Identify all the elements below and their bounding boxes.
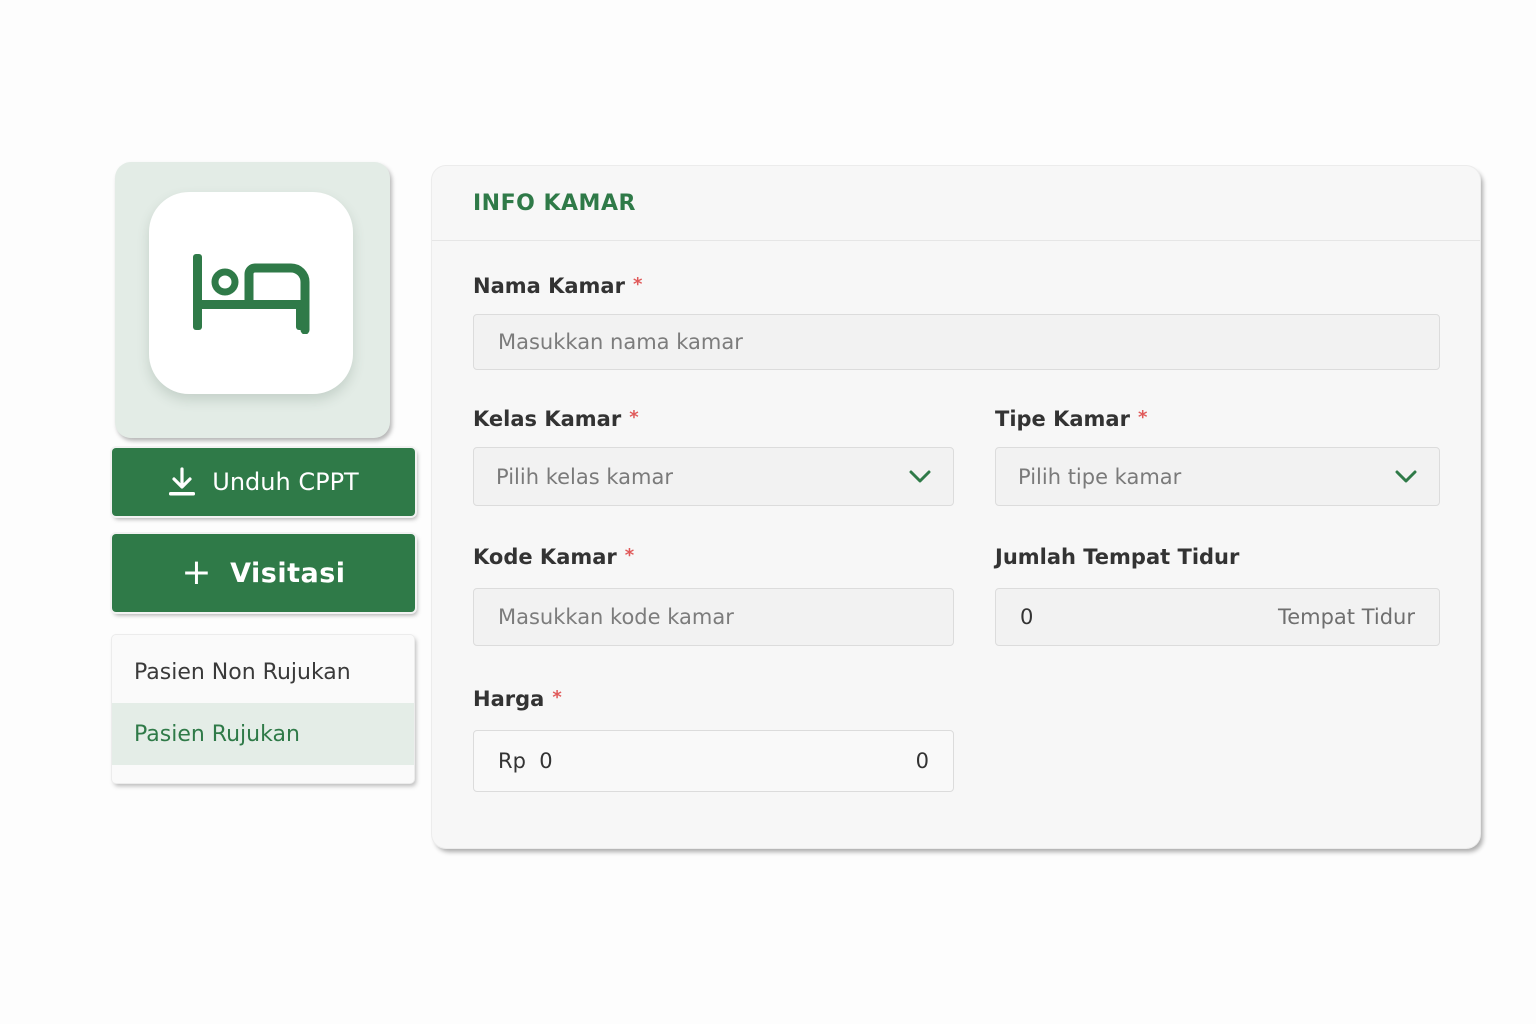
kode-kamar-label-text: Kode Kamar	[473, 545, 617, 569]
jumlah-tempat-tidur-suffix: Tempat Tidur	[1277, 605, 1415, 629]
tipe-kamar-label-text: Tipe Kamar	[995, 407, 1130, 431]
kode-kamar-input[interactable]	[498, 589, 929, 645]
room-icon-tile	[115, 162, 390, 438]
kelas-kamar-placeholder: Pilih kelas kamar	[496, 464, 673, 489]
harga-label: Harga *	[473, 687, 562, 711]
harga-right-value: 0	[915, 749, 929, 773]
jumlah-tempat-tidur-field[interactable]: 0 Tempat Tidur	[995, 588, 1440, 646]
harga-label-text: Harga	[473, 687, 545, 711]
jumlah-tempat-tidur-value[interactable]: 0	[1020, 605, 1033, 629]
card-header: INFO KAMAR	[432, 166, 1480, 241]
visitasi-button[interactable]: + Visitasi	[112, 534, 415, 612]
page: Unduh CPPT + Visitasi Pasien Non Rujukan…	[0, 0, 1536, 1024]
currency-prefix: Rp	[498, 749, 526, 773]
download-cppt-button[interactable]: Unduh CPPT	[112, 448, 415, 516]
card-title: INFO KAMAR	[473, 190, 636, 216]
required-mark: *	[1137, 407, 1148, 428]
nama-kamar-label: Nama Kamar *	[473, 274, 642, 298]
menu-item-label: Pasien Rujukan	[134, 721, 300, 747]
kelas-kamar-select[interactable]: Pilih kelas kamar	[473, 447, 954, 506]
tipe-kamar-select[interactable]: Pilih tipe kamar	[995, 447, 1440, 506]
download-icon	[169, 467, 196, 496]
jumlah-tempat-tidur-label-text: Jumlah Tempat Tidur	[995, 545, 1240, 569]
nama-kamar-field[interactable]	[473, 314, 1440, 370]
harga-field[interactable]: Rp 0 0	[473, 730, 954, 792]
harga-input-group: Rp 0	[498, 749, 553, 773]
menu-item-label: Pasien Non Rujukan	[134, 659, 351, 685]
chevron-down-icon	[1395, 470, 1417, 482]
kode-kamar-label: Kode Kamar *	[473, 545, 634, 569]
chevron-down-icon	[909, 470, 931, 482]
visitasi-label: Visitasi	[230, 557, 346, 589]
required-mark: *	[552, 687, 562, 708]
required-mark: *	[624, 545, 635, 566]
bed-icon	[193, 254, 310, 334]
room-icon-card	[149, 192, 353, 394]
harga-value[interactable]: 0	[539, 749, 552, 773]
tipe-kamar-label: Tipe Kamar *	[995, 407, 1147, 431]
info-kamar-card: INFO KAMAR Nama Kamar * Kelas Kamar * Pili…	[432, 166, 1480, 848]
nama-kamar-label-text: Nama Kamar	[473, 274, 625, 298]
nama-kamar-input[interactable]	[498, 315, 1415, 369]
tipe-kamar-placeholder: Pilih tipe kamar	[1018, 464, 1182, 489]
menu-item-pasien-rujukan[interactable]: Pasien Rujukan	[112, 703, 414, 765]
download-cppt-label: Unduh CPPT	[212, 468, 359, 496]
required-mark: *	[629, 407, 639, 428]
jumlah-tempat-tidur-label: Jumlah Tempat Tidur	[995, 545, 1239, 569]
menu-item-pasien-non-rujukan[interactable]: Pasien Non Rujukan	[112, 641, 414, 703]
patient-type-menu: Pasien Non Rujukan Pasien Rujukan	[112, 635, 414, 783]
kelas-kamar-label: Kelas Kamar *	[473, 407, 639, 431]
kode-kamar-field[interactable]	[473, 588, 954, 646]
plus-icon: +	[181, 552, 213, 593]
kelas-kamar-label-text: Kelas Kamar	[473, 407, 622, 431]
required-mark: *	[632, 274, 643, 295]
